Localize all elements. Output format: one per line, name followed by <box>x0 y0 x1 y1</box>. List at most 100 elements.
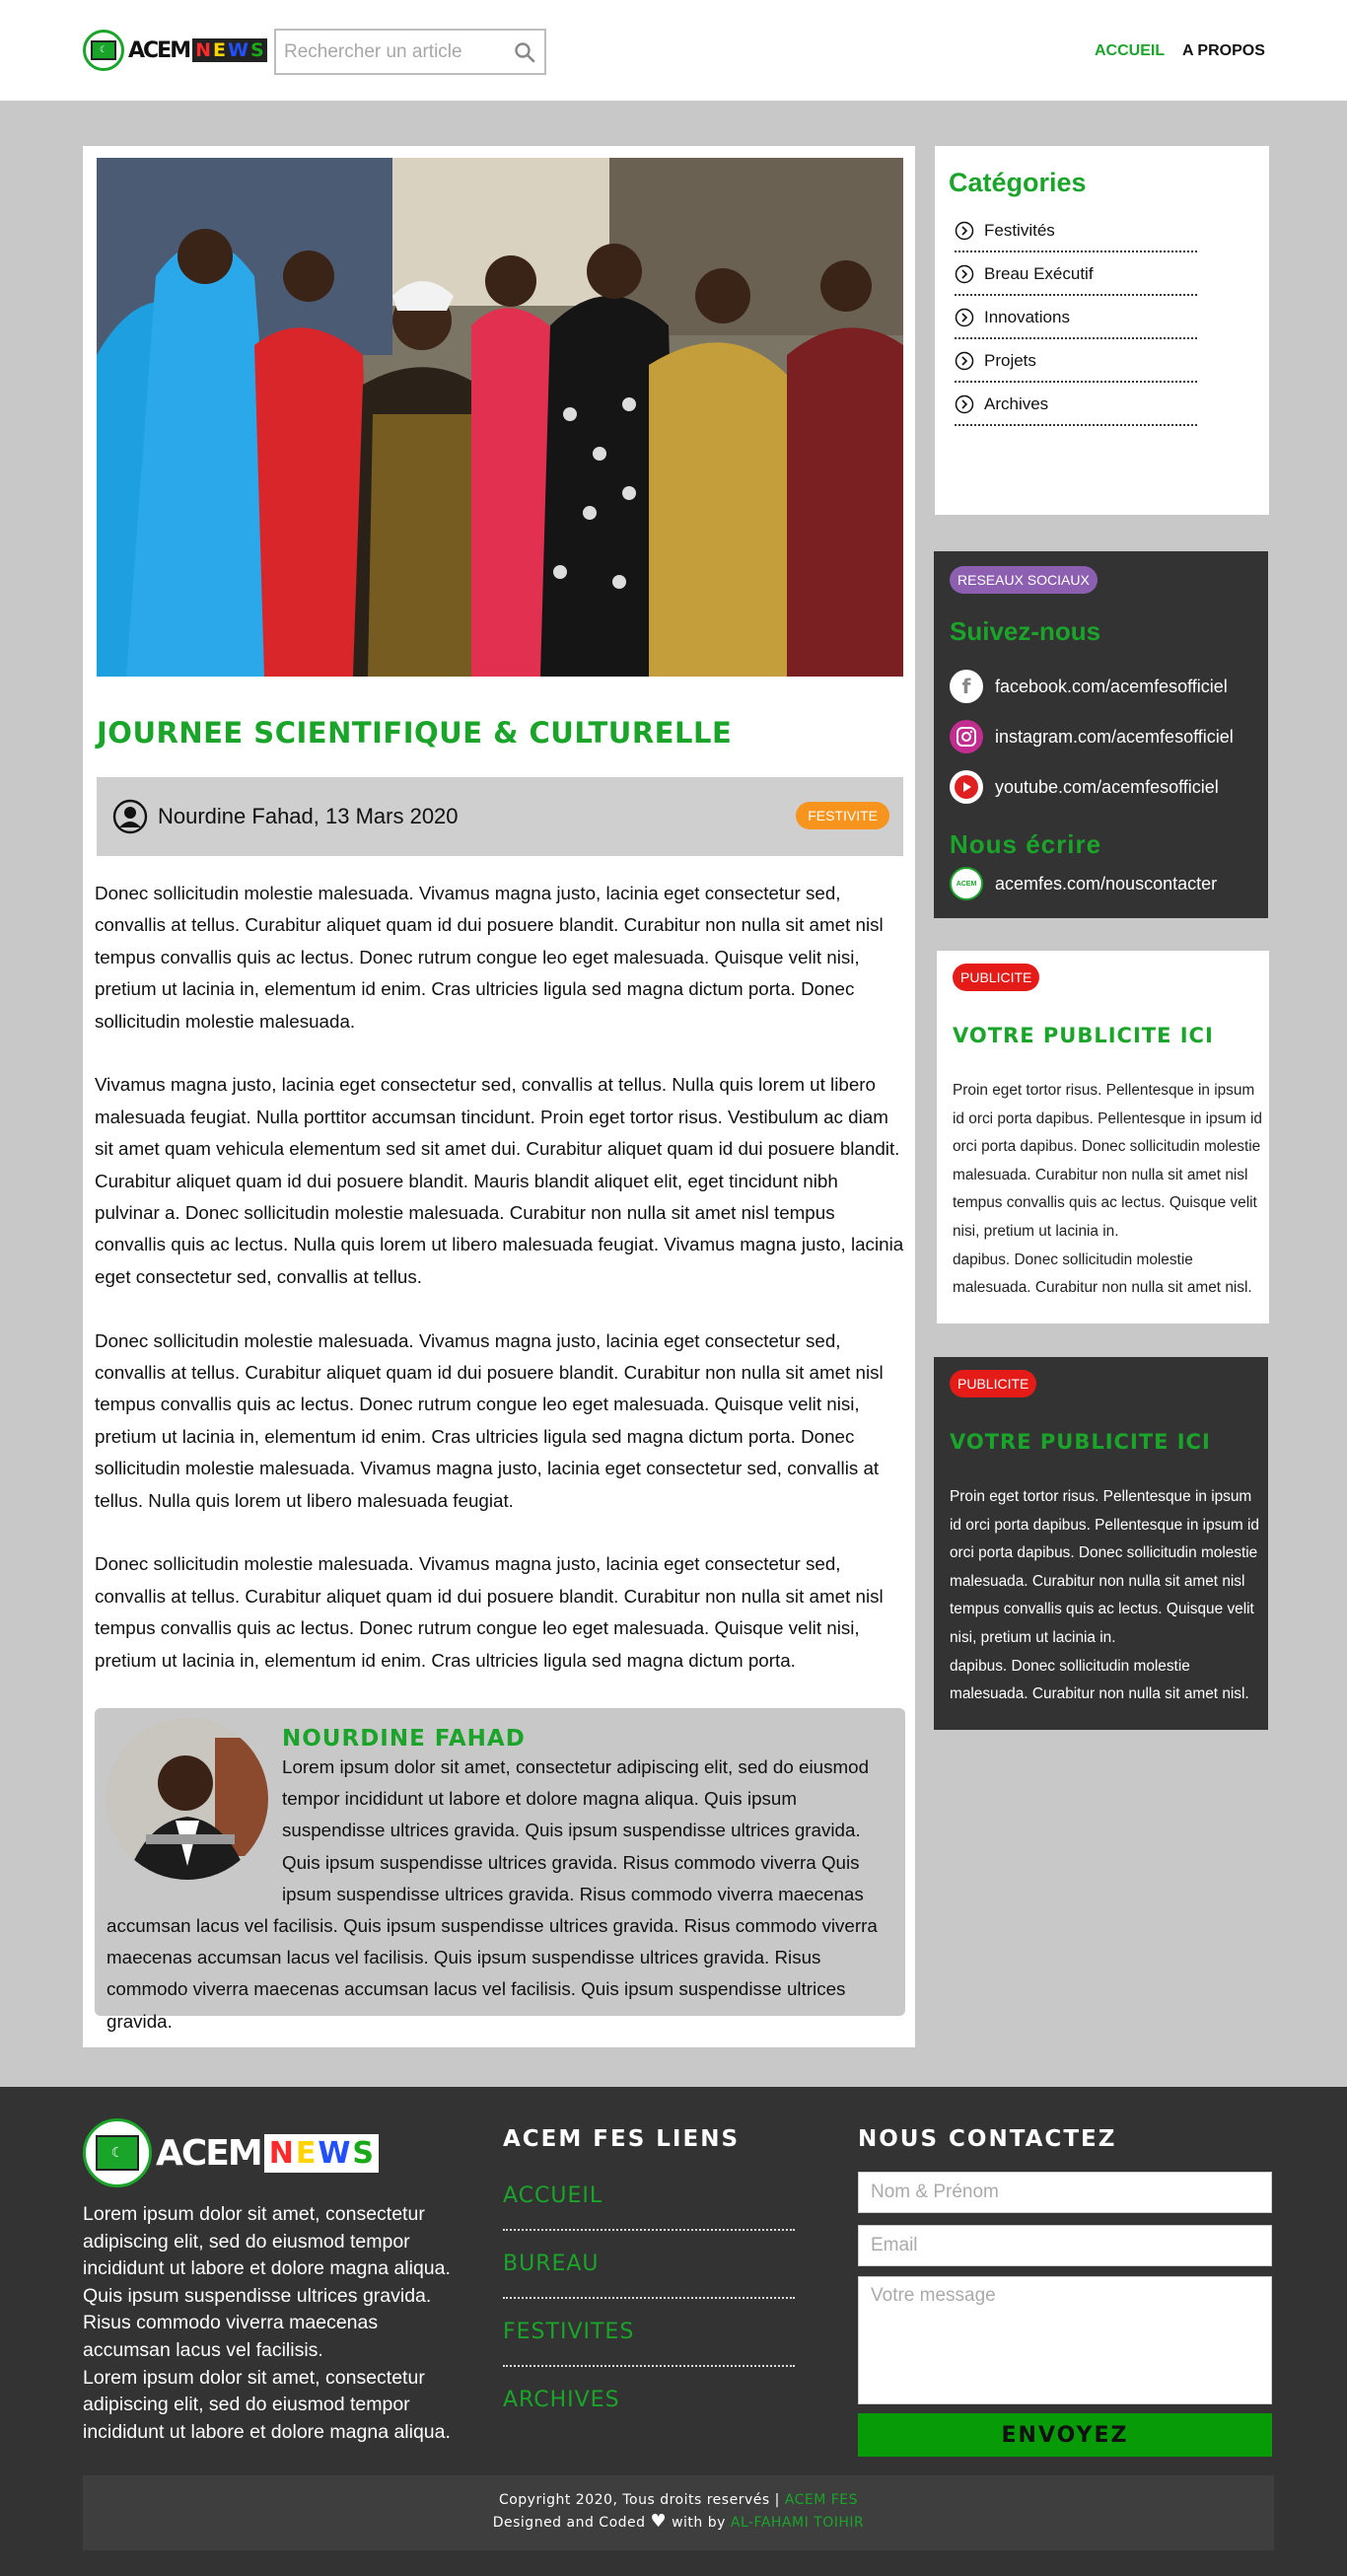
ad-line: dapibus. Donec sollicitudin molestie <box>950 1657 1190 1675</box>
author-bio-box: NOURDINE FAHAD Lorem ipsum dolor sit ame… <box>95 1708 905 2032</box>
category-item[interactable]: Festivités <box>955 209 1197 252</box>
group-photo <box>97 158 903 677</box>
contact-link-label: acemfes.com/nouscontacter <box>995 873 1218 894</box>
nav-about-link[interactable]: A PROPOS <box>1182 42 1265 60</box>
nav-home-link[interactable]: ACCUEIL <box>1095 42 1165 60</box>
logo-news-letter: N <box>268 2135 294 2171</box>
footer-links-title: ACEM FES LIENS <box>503 2126 741 2152</box>
search-icon[interactable] <box>513 40 536 64</box>
footer-about-line: adipiscing elit, sed do eiusmod tempor <box>83 2394 410 2416</box>
facebook-link[interactable]: f facebook.com/acemfesofficiel <box>950 670 1228 703</box>
category-item[interactable]: Breau Exécutif <box>955 252 1197 296</box>
ad-title: VOTRE PUBLICITE ICI <box>953 1024 1214 1047</box>
ad-text: Proin eget tortor risus. Pellentesque in… <box>953 1077 1268 1303</box>
acem-emblem-icon: ACEM <box>950 867 983 900</box>
footer-link-archives[interactable]: ARCHIVES <box>503 2368 795 2435</box>
search-box <box>274 29 546 75</box>
article-hero-image <box>97 158 903 677</box>
credits-text: Designed and Coded <box>492 2515 651 2531</box>
contact-link[interactable]: ACEM acemfes.com/nouscontacter <box>950 867 1217 900</box>
footer-link-home[interactable]: ACCUEIL <box>503 2164 795 2231</box>
category-badge[interactable]: FESTIVITE <box>796 802 889 829</box>
site-footer: ☾ ACEM NEWS Lorem ipsum dolor sit amet, … <box>0 2087 1347 2576</box>
message-field[interactable] <box>858 2276 1272 2404</box>
footer-about-line: adipiscing elit, sed do eiusmod tempor <box>83 2230 410 2253</box>
footer-about-line: incididunt ut labore et dolore magna ali… <box>83 2257 451 2280</box>
site-logo[interactable]: ☾ ACEM NEWS <box>83 30 267 71</box>
logo-news-text: NEWS <box>263 2133 380 2173</box>
footer-about-line: incididunt ut labore et dolore magna ali… <box>83 2420 451 2443</box>
footer-link-bureau[interactable]: BUREAU <box>503 2232 795 2299</box>
footer-about-line: Risus commodo viverra maecenas <box>83 2312 379 2334</box>
ad-line: Proin eget tortor risus. Pellentesque in… <box>953 1082 1255 1099</box>
ad-line: malesuada. Curabitur non nulla sit amet … <box>950 1572 1245 1590</box>
ad-line: tempus convallis quis ac lectus. Quisque… <box>953 1194 1257 1212</box>
ad-text: Proin eget tortor risus. Pellentesque in… <box>950 1483 1265 1709</box>
article-body: Donec sollicitudin molestie malesuada. V… <box>95 878 907 1709</box>
ad-line: malesuada. Curabitur non nulla sit amet … <box>953 1166 1248 1183</box>
footer-about-text: Lorem ipsum dolor sit amet, consectetur … <box>83 2201 461 2446</box>
submit-button[interactable]: ENVOYEZ <box>858 2413 1272 2457</box>
logo-news-letter: W <box>318 2135 351 2171</box>
logo-news-letter: W <box>227 39 248 61</box>
copyright-brand-link[interactable]: ACEM FES <box>785 2492 858 2508</box>
article-paragraph: Donec sollicitudin molestie malesuada. V… <box>95 1329 884 1511</box>
footer-logo[interactable]: ☾ ACEM NEWS <box>83 2118 380 2187</box>
ad-line: nisi, pretium ut lacinia in. <box>953 1222 1119 1240</box>
logo-news-letter: E <box>295 2135 317 2171</box>
acem-emblem-icon: ☾ <box>83 2118 152 2187</box>
author-credit-link[interactable]: AL-FAHAMI TOIHIR <box>731 2515 864 2531</box>
footer-link-label: BUREAU <box>503 2252 600 2276</box>
ad-line: Proin eget tortor risus. Pellentesque in… <box>950 1488 1252 1505</box>
logo-news-letter: E <box>213 39 226 61</box>
footer-about-line: Lorem ipsum dolor sit amet, consectetur <box>83 2203 425 2225</box>
instagram-link-label: instagram.com/acemfesofficiel <box>995 726 1234 747</box>
article-title: JOURNEE SCIENTIFIQUE & CULTURELLE <box>97 716 733 750</box>
ad-widget-light[interactable]: PUBLICITE VOTRE PUBLICITE ICI Proin eget… <box>937 951 1269 1324</box>
search-input[interactable] <box>284 38 501 66</box>
logo-news-letter: S <box>352 2135 375 2171</box>
category-item[interactable]: Archives <box>955 383 1197 426</box>
category-item[interactable]: Projets <box>955 339 1197 383</box>
logo-news-text: NEWS <box>192 38 267 62</box>
credits-text-2: with by <box>667 2515 731 2531</box>
chevron-right-circle-icon <box>955 264 974 284</box>
copyright-bar: Copyright 2020, Tous droits reservés | A… <box>83 2475 1274 2550</box>
article-paragraph: Vivamus magna justo, lacinia eget consec… <box>95 1074 904 1287</box>
social-widget: RESEAUX SOCIAUX Suivez-nous f facebook.c… <box>934 551 1268 918</box>
facebook-icon: f <box>950 670 983 703</box>
ad-line: tempus convallis quis ac lectus. Quisque… <box>950 1601 1254 1618</box>
chevron-right-circle-icon <box>955 221 974 241</box>
chevron-right-circle-icon <box>955 351 974 371</box>
email-field[interactable] <box>858 2225 1272 2266</box>
acem-emblem-icon: ☾ <box>83 30 124 71</box>
category-item[interactable]: Innovations <box>955 296 1197 339</box>
social-title: Suivez-nous <box>950 616 1101 646</box>
ad-line: orci porta dapibus. Donec sollicitudin m… <box>953 1138 1261 1156</box>
category-label: Breau Exécutif <box>984 264 1094 283</box>
ad-widget-dark[interactable]: PUBLICITE VOTRE PUBLICITE ICI Proin eget… <box>934 1357 1268 1730</box>
article-byline: Nourdine Fahad, 13 Mars 2020 <box>158 804 459 828</box>
chevron-right-circle-icon <box>955 394 974 414</box>
categories-title: Catégories <box>949 168 1087 197</box>
logo-acem-text: ACEM <box>156 2132 263 2174</box>
contact-emblem-text: ACEM <box>956 880 977 888</box>
youtube-icon <box>950 770 983 804</box>
category-label: Innovations <box>984 308 1070 326</box>
ad-line: id orci porta dapibus. Pellentesque in i… <box>953 1109 1262 1127</box>
instagram-link[interactable]: instagram.com/acemfesofficiel <box>950 720 1234 753</box>
ad-line: orci porta dapibus. Donec sollicitudin m… <box>950 1544 1258 1562</box>
article-meta-bar: Nourdine Fahad, 13 Mars 2020 FESTIVITE <box>97 777 903 856</box>
logo-news-letter: S <box>249 39 264 61</box>
author-avatar <box>106 1718 268 1880</box>
article-paragraph: Donec sollicitudin molestie malesuada. V… <box>95 883 884 1032</box>
youtube-link[interactable]: youtube.com/acemfesofficiel <box>950 770 1219 804</box>
social-badge: RESEAUX SOCIAUX <box>950 566 1098 594</box>
footer-about-line: accumsan lacus vel facilisis. <box>83 2338 323 2361</box>
footer-about-line: Quis ipsum suspendisse ultrices gravida. <box>83 2284 432 2307</box>
contact-form-title: NOUS CONTACTEZ <box>858 2126 1117 2152</box>
name-field[interactable] <box>858 2172 1272 2213</box>
ad-line: malesuada. Curabitur non nulla sit amet … <box>950 1685 1249 1703</box>
footer-link-festivites[interactable]: FESTIVITES <box>503 2300 795 2367</box>
instagram-icon <box>950 720 983 753</box>
